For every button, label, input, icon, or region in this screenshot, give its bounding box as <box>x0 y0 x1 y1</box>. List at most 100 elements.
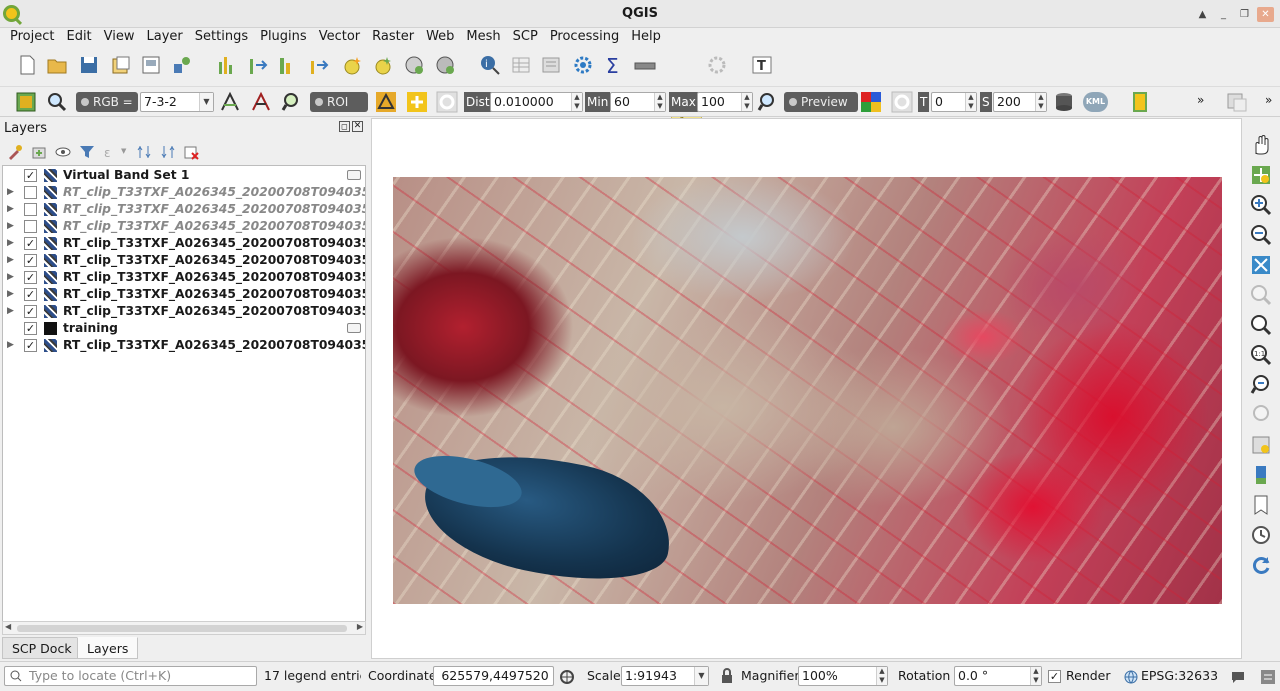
histogram-alt-icon[interactable] <box>277 54 299 76</box>
filter-dropdown-icon[interactable]: ▼ <box>121 147 126 155</box>
rgb-toggle[interactable]: RGB = <box>76 92 138 112</box>
style-manager-icon[interactable] <box>171 54 193 76</box>
remove-temp-files-icon[interactable] <box>1053 91 1075 113</box>
zoom-preview-icon[interactable] <box>757 91 779 113</box>
dist-spinner-icon[interactable]: ▲ ▼ <box>571 93 582 111</box>
processing-gear-icon[interactable] <box>572 54 594 76</box>
t-spinner-icon[interactable]: ▲ ▼ <box>965 93 976 111</box>
menu-help[interactable]: Help <box>625 28 667 48</box>
open-layer-styling-icon[interactable] <box>7 144 23 160</box>
zoom-next-disabled-icon[interactable] <box>1250 404 1272 426</box>
min-field[interactable]: 60 ▲ ▼ <box>610 92 666 112</box>
layer-checkbox[interactable]: ✓ <box>24 271 37 284</box>
annotation-disabled-icon[interactable] <box>706 54 728 76</box>
expand-arrow-icon[interactable]: ▶ <box>7 235 14 252</box>
menu-view[interactable]: View <box>98 28 141 48</box>
roi-polygon-icon[interactable] <box>375 91 397 113</box>
close-button[interactable]: ✕ <box>1257 7 1274 22</box>
map-canvas[interactable] <box>371 118 1242 659</box>
text-annotation-icon[interactable]: T <box>751 54 773 76</box>
expand-arrow-icon[interactable]: ▶ <box>7 286 14 303</box>
layer-tree-hscrollbar[interactable]: ◀ ▶ <box>2 621 366 635</box>
redo-roi-icon[interactable] <box>436 91 458 113</box>
save-as-icon[interactable] <box>110 54 132 76</box>
layer-checkbox[interactable] <box>24 186 37 199</box>
print-layout-icon[interactable] <box>140 54 162 76</box>
expand-arrow-icon[interactable]: ▶ <box>7 184 14 201</box>
zoom-selection-disabled-icon[interactable] <box>1250 284 1272 306</box>
rgb-combo[interactable]: 7-3-2 ▼ <box>140 92 214 112</box>
layer-row[interactable]: ▶ ✓ RT_clip_T33TXF_A026345_20200708T0940… <box>3 235 365 252</box>
extra-toolbar-icon[interactable] <box>1226 91 1248 113</box>
layer-checkbox[interactable]: ✓ <box>24 339 37 352</box>
layer-row[interactable]: ▶ RT_clip_T33TXF_A026345_20200708T094035… <box>3 201 365 218</box>
s-spinner-icon[interactable]: ▲ ▼ <box>1035 93 1046 111</box>
scroll-right-icon[interactable]: ▶ <box>357 622 363 631</box>
menu-web[interactable]: Web <box>420 28 460 48</box>
roi-toggle[interactable]: ROI <box>310 92 368 112</box>
zoom-roi-icon[interactable] <box>281 91 303 113</box>
add-wfs-icon[interactable] <box>434 54 456 76</box>
manage-visibility-icon[interactable] <box>55 144 71 160</box>
menu-plugins[interactable]: Plugins <box>254 28 313 48</box>
toolbar-overflow-icon[interactable]: » <box>1197 93 1204 107</box>
max-spinner-icon[interactable]: ▲ ▼ <box>741 93 752 111</box>
menu-vector[interactable]: Vector <box>313 28 366 48</box>
messages-icon[interactable] <box>1230 669 1246 685</box>
menu-layer[interactable]: Layer <box>141 28 189 48</box>
add-roi-icon[interactable] <box>406 91 428 113</box>
zoom-in-icon[interactable] <box>1250 194 1272 216</box>
histogram-icon[interactable] <box>216 54 238 76</box>
vegetation-icon[interactable] <box>250 91 272 113</box>
stretch-alt-icon[interactable] <box>308 54 330 76</box>
layer-checkbox[interactable] <box>24 220 37 233</box>
layer-row[interactable]: ▶ ✓ RT_clip_T33TXF_A026345_20200708T0940… <box>3 303 365 320</box>
layer-checkbox[interactable]: ✓ <box>24 254 37 267</box>
new-bookmark-icon[interactable] <box>1250 434 1272 456</box>
dist-field[interactable]: 0.010000 ▲ ▼ <box>490 92 583 112</box>
locator-input[interactable]: Type to locate (Ctrl+K) <box>4 666 257 686</box>
stretch-icon[interactable] <box>247 54 269 76</box>
crs-label[interactable]: EPSG:32633 <box>1141 666 1218 686</box>
classification-preview-icon[interactable] <box>860 91 882 113</box>
magnifier-spinner-icon[interactable]: ▲ ▼ <box>876 667 887 685</box>
measure-icon[interactable] <box>634 54 656 76</box>
log-messages-icon[interactable] <box>1258 667 1278 687</box>
zoom-native-icon[interactable]: 1:1 <box>1250 344 1272 366</box>
maximize-button[interactable]: ❐ <box>1236 7 1253 22</box>
expand-arrow-icon[interactable]: ▶ <box>7 252 14 269</box>
kml-button[interactable]: KML <box>1083 92 1108 112</box>
layer-row[interactable]: ▶ ✓ RT_clip_T33TXF_A026345_20200708T0940… <box>3 269 365 286</box>
layer-row[interactable]: ✓ Virtual Band Set 1 <box>3 167 365 184</box>
pan-hand-icon[interactable] <box>1250 134 1272 156</box>
zoom-to-image-icon[interactable] <box>46 91 68 113</box>
open-project-icon[interactable] <box>46 54 68 76</box>
toolbar-overflow2-icon[interactable]: » <box>1265 93 1272 107</box>
toggle-extents-icon[interactable] <box>559 669 575 685</box>
float-panel-icon[interactable]: ◻ <box>339 121 350 132</box>
expand-arrow-icon[interactable]: ▶ <box>7 201 14 218</box>
pan-to-selection-icon[interactable] <box>1250 164 1272 186</box>
min-spinner-icon[interactable]: ▲ ▼ <box>654 93 665 111</box>
redo-preview-icon[interactable] <box>891 91 913 113</box>
attribute-table-icon[interactable] <box>510 54 532 76</box>
tab-scp-dock[interactable]: SCP Dock <box>2 637 82 659</box>
layer-checkbox[interactable]: ✓ <box>24 288 37 301</box>
menu-edit[interactable]: Edit <box>60 28 97 48</box>
scroll-thumb[interactable] <box>17 625 347 632</box>
lock-scale-icon[interactable] <box>720 668 734 684</box>
menu-mesh[interactable]: Mesh <box>460 28 506 48</box>
expand-all-icon[interactable] <box>136 144 152 160</box>
collapse-all-icon[interactable] <box>160 144 176 160</box>
close-panel-icon[interactable]: ✕ <box>352 121 363 132</box>
zoom-last-icon[interactable] <box>1250 374 1272 396</box>
zoom-full-icon[interactable] <box>1250 254 1272 276</box>
scp-docs-icon[interactable] <box>1129 91 1151 113</box>
scp-band-set-icon[interactable] <box>15 91 37 113</box>
t-field[interactable]: 0 ▲ ▼ <box>931 92 977 112</box>
layer-checkbox[interactable]: ✓ <box>24 305 37 318</box>
add-wms-icon[interactable] <box>403 54 425 76</box>
tab-layers[interactable]: Layers <box>77 637 139 659</box>
add-layer-icon[interactable] <box>372 54 394 76</box>
menu-processing[interactable]: Processing <box>544 28 625 48</box>
